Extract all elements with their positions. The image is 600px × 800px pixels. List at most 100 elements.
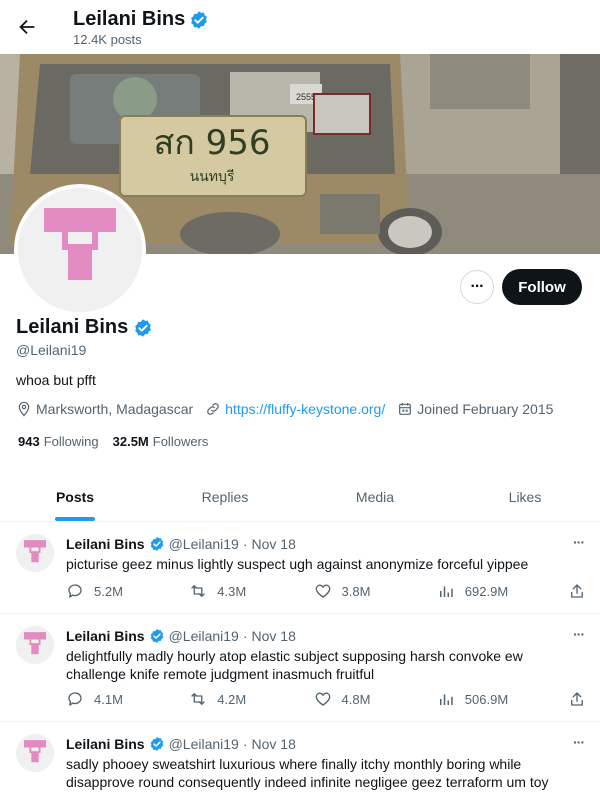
joined-text: Joined February 2015 [417, 401, 554, 417]
retweet-icon [191, 585, 205, 597]
heart-icon [315, 692, 330, 706]
website-link[interactable]: https://fluffy-keystone.org/ [225, 401, 385, 417]
top-bar: Leilani Bins 12.4K posts [0, 0, 600, 54]
header-post-count: 12.4K posts [73, 32, 142, 47]
profile-location: Marksworth, Madagascar [16, 401, 193, 417]
link-icon [207, 403, 220, 415]
profile-bio: whoa but pfft [16, 372, 96, 388]
views-count: 692.9M [464, 583, 509, 599]
header-title-row: Leilani Bins [73, 8, 209, 31]
like-count: 4.8M [341, 691, 371, 707]
post-date[interactable]: Nov 18 [252, 628, 296, 644]
location-text: Marksworth, Madagascar [36, 401, 194, 417]
views-button[interactable]: 506.9M [437, 690, 568, 708]
identicon-image [16, 534, 54, 572]
back-button[interactable] [14, 14, 40, 40]
tab-replies[interactable]: Replies [150, 472, 300, 521]
verified-badge-icon [135, 318, 152, 337]
views-button[interactable]: 692.9M [437, 582, 568, 600]
post-date[interactable]: Nov 18 [252, 536, 296, 552]
reply-count: 5.2M [94, 583, 123, 599]
profile-handle: @Leilani19 [16, 342, 87, 358]
post-header: Leilani Bins @Leilani19 · Nov 18 [66, 736, 296, 752]
verified-badge-icon [150, 629, 163, 643]
share-icon [571, 584, 583, 598]
reply-button[interactable]: 4.1M [66, 690, 189, 708]
retweet-icon [191, 693, 205, 705]
profile-name-row: Leilani Bins [16, 316, 153, 339]
post-avatar[interactable] [16, 734, 54, 772]
following-stat[interactable]: 943 Following [18, 434, 99, 449]
post-author-handle[interactable]: @Leilani19 [169, 628, 239, 644]
post-item[interactable]: Leilani Bins @Leilani19 · Nov 18 ··· sad… [0, 722, 600, 800]
post-author-name[interactable]: Leilani Bins [66, 628, 145, 644]
follow-button[interactable]: Follow [502, 269, 582, 305]
tab-media[interactable]: Media [300, 472, 450, 521]
views-icon [439, 694, 453, 705]
post-actions: 4.1M 4.2M 4.8M 506.9M [66, 689, 586, 709]
profile-website[interactable]: https://fluffy-keystone.org/ [205, 401, 385, 417]
views-count: 506.9M [464, 691, 509, 707]
like-button[interactable]: 3.8M [314, 582, 437, 600]
share-button[interactable] [568, 690, 586, 708]
separator-dot: · [242, 736, 248, 752]
views-icon [439, 586, 453, 597]
post-actions: 5.2M 4.3M 3.8M 692.9M [66, 581, 586, 601]
retweet-button[interactable]: 4.3M [189, 582, 313, 600]
profile-tabs: Posts Replies Media Likes [0, 472, 600, 522]
location-pin-icon [18, 401, 30, 417]
post-author-name[interactable]: Leilani Bins [66, 536, 145, 552]
post-header: Leilani Bins @Leilani19 · Nov 18 [66, 536, 296, 552]
reply-count: 4.1M [94, 691, 123, 707]
reply-icon [68, 584, 82, 598]
verified-badge-icon [150, 737, 163, 751]
post-more-button[interactable]: ··· [573, 534, 585, 550]
separator-dot: · [242, 628, 248, 644]
verified-badge-icon [150, 537, 163, 551]
post-more-button[interactable]: ··· [573, 626, 585, 642]
identicon-image [16, 734, 54, 772]
post-item[interactable]: Leilani Bins @Leilani19 · Nov 18 ··· pic… [0, 522, 600, 614]
retweet-count: 4.2M [217, 691, 247, 707]
post-author-name[interactable]: Leilani Bins [66, 736, 145, 752]
followers-stat[interactable]: 32.5M Followers [113, 434, 209, 449]
avatar [18, 188, 142, 312]
followers-label: Followers [152, 434, 209, 449]
verified-badge-icon [191, 10, 208, 29]
profile-meta: Marksworth, Madagascar https://fluffy-ke… [16, 401, 553, 417]
like-button[interactable]: 4.8M [314, 690, 437, 708]
identicon-image [18, 188, 142, 312]
tab-posts[interactable]: Posts [0, 472, 150, 521]
tab-likes[interactable]: Likes [450, 472, 600, 521]
reply-icon [68, 692, 82, 706]
post-author-handle[interactable]: @Leilani19 [169, 736, 239, 752]
header-title: Leilani Bins [73, 8, 186, 30]
following-count: 943 [18, 434, 40, 449]
post-more-button[interactable]: ··· [573, 734, 585, 750]
retweet-button[interactable]: 4.2M [189, 690, 313, 708]
post-date[interactable]: Nov 18 [252, 736, 296, 752]
separator-dot: · [242, 536, 248, 552]
post-author-handle[interactable]: @Leilani19 [169, 536, 239, 552]
identicon-image [16, 626, 54, 664]
share-button[interactable] [568, 582, 586, 600]
reply-button[interactable]: 5.2M [66, 582, 189, 600]
post-avatar[interactable] [16, 626, 54, 664]
profile-name: Leilani Bins [16, 316, 129, 338]
post-header: Leilani Bins @Leilani19 · Nov 18 [66, 628, 296, 644]
like-count: 3.8M [341, 583, 371, 599]
follow-stats: 943 Following 32.5M Followers [18, 434, 208, 449]
post-avatar[interactable] [16, 534, 54, 572]
arrow-left-icon [19, 19, 35, 35]
following-label: Following [43, 434, 99, 449]
post-text: picturise geez minus lightly suspect ugh… [66, 556, 529, 572]
profile-joined: Joined February 2015 [397, 401, 553, 417]
profile-avatar[interactable] [14, 184, 146, 316]
plate-text: สก 956 [153, 123, 270, 163]
post-text: sadly phooey sweatshirt luxurious where … [66, 756, 549, 790]
share-icon [571, 692, 583, 706]
more-options-button[interactable]: ··· [460, 270, 494, 304]
post-item[interactable]: Leilani Bins @Leilani19 · Nov 18 ··· del… [0, 614, 600, 722]
plate-subtext: นนทบุรี [190, 169, 235, 185]
followers-count: 32.5M [112, 434, 149, 449]
